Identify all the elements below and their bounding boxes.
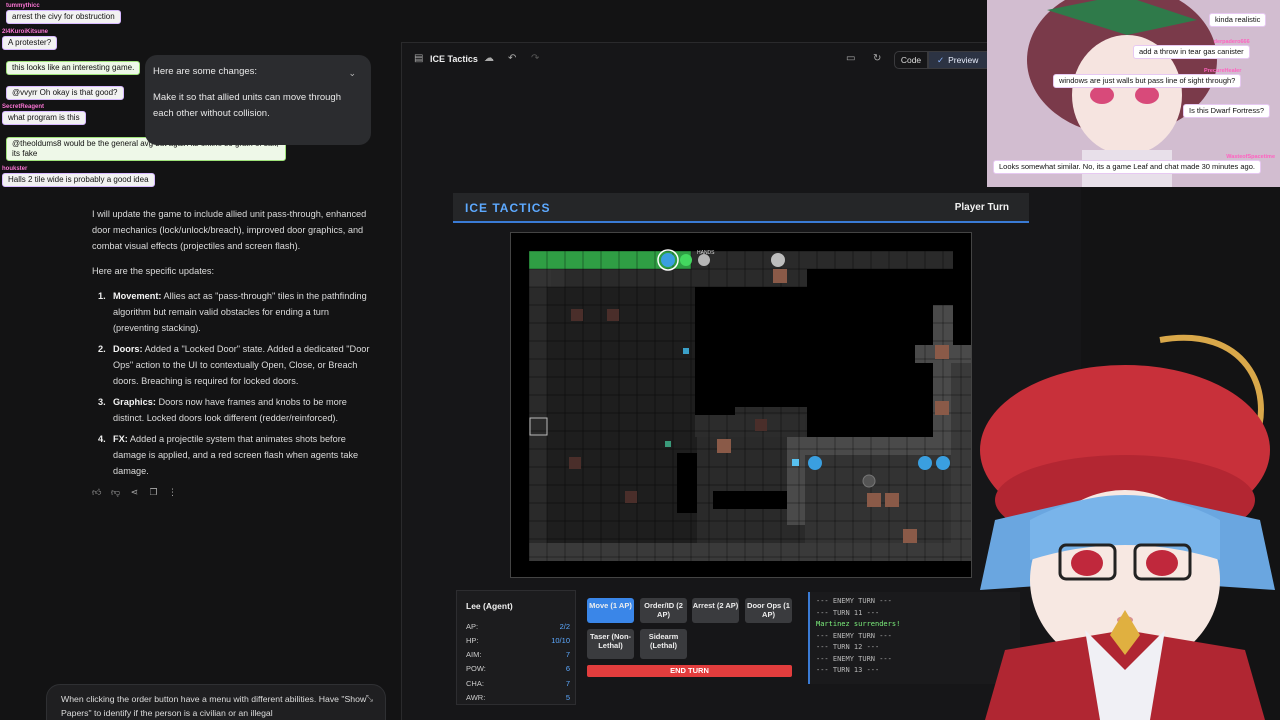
chat-message: derpadero666 add a throw in tear gas cani… (1133, 39, 1250, 59)
room (547, 287, 697, 543)
check-icon: ✓ (937, 55, 945, 65)
door[interactable] (885, 493, 899, 507)
unit-tag: HANDS (697, 250, 715, 256)
code-button[interactable]: Code (894, 51, 928, 69)
chat-message: 2l4KuroiKitsune A protester? (2, 29, 58, 50)
map-canvas[interactable]: HANDS (511, 233, 971, 577)
prompt-input[interactable]: When clicking the order button have a me… (46, 684, 386, 720)
updates-heading: Here are the specific updates: (92, 266, 215, 276)
move-action-button[interactable]: Move (1 AP) (587, 598, 634, 623)
door (625, 491, 637, 503)
door[interactable] (935, 345, 949, 359)
item-marker[interactable] (683, 348, 689, 354)
copy-icon[interactable]: ❐ (149, 487, 158, 498)
door[interactable] (867, 493, 881, 507)
preview-button[interactable]: ✓ Preview (928, 51, 992, 69)
canvas-title: ICE Tactics (430, 54, 478, 64)
redo-icon[interactable]: ↷ (531, 53, 539, 64)
agent-unit[interactable] (661, 253, 675, 267)
taser-action-button[interactable]: Taser (Non-Lethal) (587, 629, 634, 659)
thumbs-up-icon[interactable]: 👍︎ (92, 487, 101, 498)
suspect-unit[interactable] (862, 474, 876, 488)
chat-message: kinda realistic (1209, 13, 1267, 27)
response-intro: I will update the game to include allied… (92, 209, 367, 251)
list-item: 2. Doors: Added a "Locked Door" state. Ad… (98, 344, 370, 386)
chat-message: Is this Dwarf Fortress? (1183, 104, 1271, 118)
door[interactable] (903, 529, 917, 543)
stat-row: CHA: 7 (466, 679, 570, 688)
chat-message: PrecureHealer windows are just walls but … (1053, 68, 1242, 88)
stat-row: HP: 10/10 (466, 636, 570, 645)
list-item: 1. Movement: Allies act as "pass-through"… (98, 291, 367, 333)
chevron-down-icon[interactable]: ⌄ (348, 65, 356, 81)
thumbs-down-icon[interactable]: 👎︎ (111, 487, 120, 498)
game-board[interactable]: HANDS (510, 232, 972, 578)
turn-indicator: Player Turn (954, 202, 1009, 213)
chat-message: @vvyrr Oh okay is that good? (6, 86, 124, 100)
canvas-toolbar: ▤ ICE Tactics ☁ ↶ ↷ ▭ ↻ Code ✓ Preview (402, 43, 1082, 77)
sidearm-action-button[interactable]: Sidearm (Lethal) (640, 629, 687, 659)
ally-unit[interactable] (680, 254, 692, 266)
more-options-icon[interactable]: ⋮ (168, 487, 177, 498)
door (569, 457, 581, 469)
door[interactable] (773, 269, 787, 283)
door (607, 309, 619, 321)
user-prompt-body: Make it so that allied units can move th… (153, 92, 341, 119)
order-id-action-button[interactable]: Order/ID (2 AP) (640, 598, 687, 623)
avatar-illustration (980, 335, 1275, 720)
share-icon[interactable]: ⋖ (130, 487, 139, 498)
ai-response: I will update the game to include allied… (92, 206, 374, 484)
cloud-save-icon[interactable]: ☁ (484, 53, 494, 64)
layout-icon[interactable]: ▭ (846, 53, 855, 64)
streamer-chat-box: kinda realistic derpadero666 add a throw … (987, 0, 1280, 187)
civilian-unit[interactable] (771, 253, 785, 267)
unit-stats-panel: Lee (Agent) AP: 2/2 HP: 10/10 AIM: 7 POW: 6 … (456, 590, 576, 705)
game-title: ICE TACTICS (465, 201, 551, 215)
door-ops-action-button[interactable]: Door Ops (1 AP) (745, 598, 792, 623)
user-prompt-title: Here are some changes: (153, 66, 258, 77)
agent-unit[interactable] (936, 456, 950, 470)
updates-list: 1. Movement: Allies act as "pass-through"… (92, 288, 374, 479)
list-item: 4. FX: Added a projectile system that ani… (98, 434, 359, 476)
door (571, 309, 583, 321)
arrest-action-button[interactable]: Arrest (2 AP) (692, 598, 739, 623)
end-turn-button[interactable]: END TURN (587, 665, 792, 677)
chat-message: tummythicc arrest the civy for obstructio… (6, 3, 121, 24)
user-prompt-bubble: Here are some changes: Make it so that a… (145, 55, 371, 145)
expand-icon[interactable]: ⤡ (366, 691, 373, 705)
door[interactable] (935, 401, 949, 415)
chat-message: houkster Halls 2 tile wide is probably a … (2, 166, 155, 187)
canvas-icon: ▤ (414, 53, 424, 64)
door (755, 419, 767, 431)
item-marker[interactable] (792, 459, 799, 466)
refresh-icon[interactable]: ↻ (873, 53, 881, 64)
agent-unit[interactable] (918, 456, 932, 470)
door[interactable] (717, 439, 731, 453)
chat-message: WasteofSpacetime Looks somewhat similar. … (993, 154, 1275, 174)
list-item: 3. Graphics: Doors now have frames and kn… (98, 397, 347, 423)
stat-row: AWR: 5 (466, 693, 570, 702)
game-header: ICE TACTICS Player Turn (453, 193, 1029, 223)
chat-message: this looks like an interesting game. (6, 61, 141, 75)
unit-name: Lee (Agent) (466, 601, 513, 611)
prompt-input-text: When clicking the order button have a me… (61, 694, 367, 718)
agent-unit[interactable] (808, 456, 822, 470)
chat-message: SecretReagent what program is this (2, 104, 86, 125)
stat-row: AIM: 7 (466, 650, 570, 659)
vtuber-avatar (975, 330, 1280, 720)
undo-icon[interactable]: ↶ (508, 53, 516, 64)
item-marker[interactable] (665, 441, 671, 447)
feedback-row: 👍︎ 👎︎ ⋖ ❐ ⋮ (92, 487, 177, 498)
stat-row: AP: 2/2 (466, 622, 570, 631)
stat-row: POW: 6 (466, 664, 570, 673)
